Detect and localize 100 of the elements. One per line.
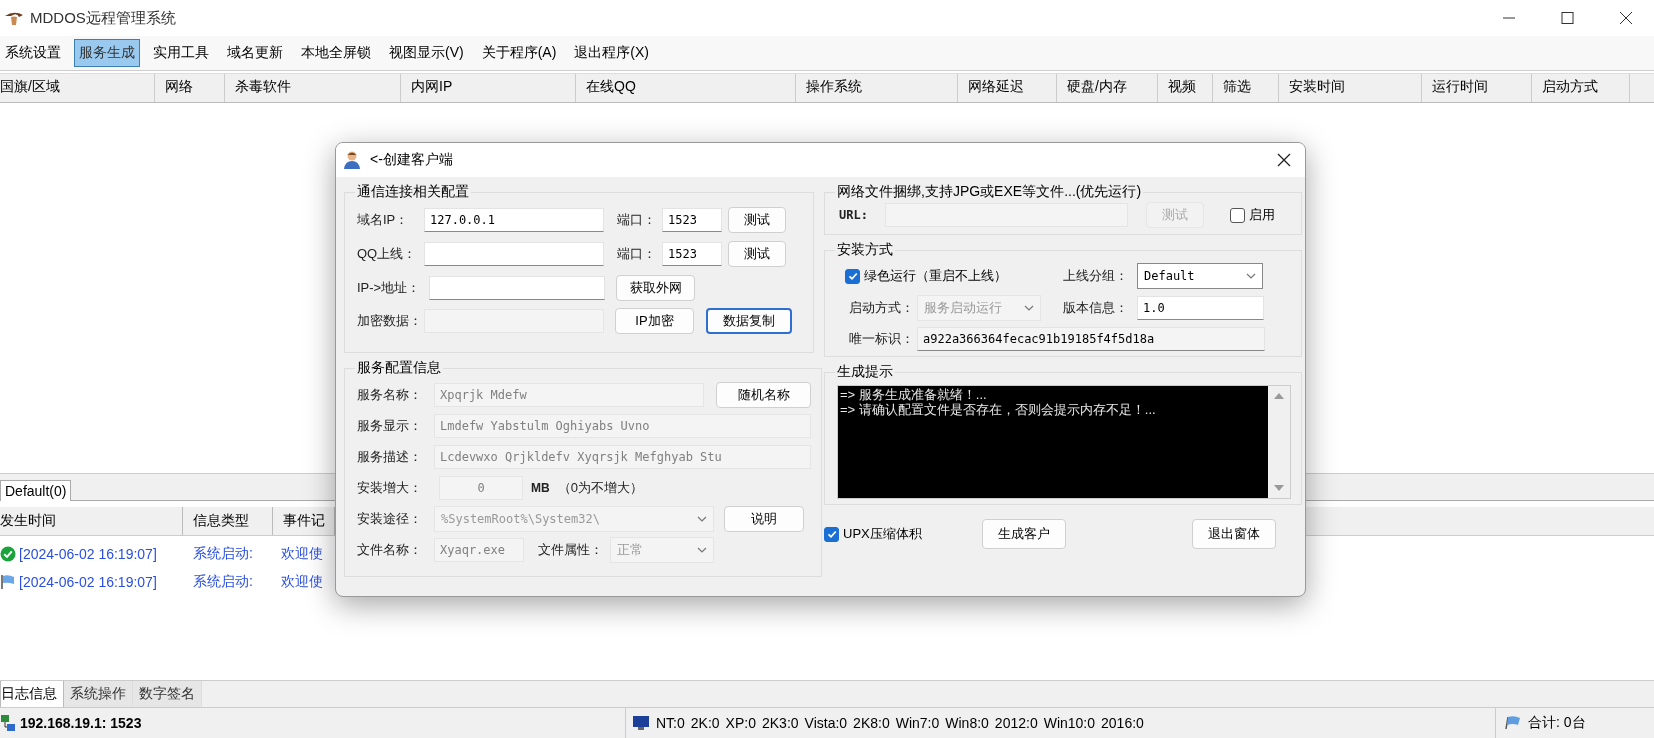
- field-label: 安装途径：: [357, 509, 423, 528]
- flag-icon: [1504, 715, 1522, 731]
- hint-text: （0为不增大）: [557, 478, 643, 497]
- menu-item[interactable]: 系统设置: [0, 39, 66, 67]
- field-label: 唯一标识：: [848, 330, 915, 348]
- port-field[interactable]: 1523: [662, 208, 722, 232]
- group-title: 网络文件捆绑,支持JPG或EXE等文件...(优先运行): [836, 183, 1143, 201]
- field-label: 加密数据：: [357, 311, 423, 330]
- bottom-tab[interactable]: 系统操作: [64, 681, 133, 707]
- os-count: NT:0: [656, 715, 685, 731]
- group-dropdown[interactable]: Default: [1137, 263, 1263, 289]
- field-label: 服务显示：: [357, 416, 423, 435]
- log-time: [2024-06-02 16:19:07]: [18, 546, 158, 562]
- field-label: 上线分组：: [1063, 267, 1129, 285]
- group-title: 生成提示: [836, 363, 894, 381]
- column-header[interactable]: 杀毒软件: [225, 74, 401, 102]
- column-header[interactable]: 网络延迟: [958, 74, 1057, 102]
- field-label: 安装增大：: [357, 478, 423, 497]
- column-header[interactable]: 启动方式: [1532, 74, 1630, 102]
- column-header[interactable]: 安装时间: [1279, 74, 1422, 102]
- column-header[interactable]: 筛选: [1213, 74, 1279, 102]
- group-title: 服务配置信息: [356, 359, 442, 377]
- checkbox[interactable]: [824, 526, 839, 542]
- check-icon: [825, 528, 838, 540]
- field-label: 文件属性：: [538, 540, 604, 559]
- checkbox-label: UPX压缩体积: [843, 525, 922, 543]
- column-header[interactable]: 运行时间: [1422, 74, 1532, 102]
- action-button[interactable]: 测试: [728, 241, 786, 267]
- group-tab[interactable]: Default(0): [0, 480, 72, 501]
- action-button[interactable]: 数据复制: [706, 307, 792, 334]
- field-label: 版本信息：: [1063, 299, 1129, 317]
- menu-item[interactable]: 视图显示(V): [384, 39, 469, 67]
- column-header[interactable]: 视频: [1158, 74, 1213, 102]
- scroll-up-icon[interactable]: [1274, 392, 1284, 399]
- menu-item[interactable]: 关于程序(A): [476, 39, 562, 67]
- menu-item[interactable]: 域名更新: [222, 39, 288, 67]
- column-header[interactable]: 内网IP: [401, 74, 576, 102]
- person-icon: [342, 150, 362, 170]
- bottom-tab[interactable]: 日志信息: [0, 681, 64, 707]
- console-line: => 请确认配置文件是否存在，否则会提示内存不足！...: [840, 402, 1157, 417]
- column-header[interactable]: 国旗/区域: [0, 74, 155, 102]
- flag-icon: [0, 574, 16, 590]
- network-icon: [0, 714, 16, 732]
- action-button[interactable]: 获取外网: [616, 274, 695, 301]
- console-line: => 服务生成准备就绪！...: [840, 387, 988, 402]
- window-title: MDDOS远程管理系统: [30, 8, 176, 28]
- field-label: 域名IP：: [357, 211, 410, 229]
- log-event: 欢迎使: [281, 573, 323, 591]
- bottom-tab[interactable]: 数字签名: [133, 681, 202, 707]
- caret-icon: [697, 546, 707, 553]
- field-label: 服务描述：: [357, 447, 423, 466]
- id-field[interactable]: a922a366364fecac91b19185f4f5d18a: [917, 327, 1265, 351]
- menu-item[interactable]: 退出程序(X): [569, 39, 654, 67]
- server-address: 192.168.19.1: 1523: [20, 715, 142, 731]
- field-label: 启动方式：: [848, 299, 915, 317]
- scroll-down-icon[interactable]: [1274, 485, 1284, 492]
- column-header[interactable]: 硬盘/内存: [1057, 74, 1158, 102]
- column-header[interactable]: 信息类型: [183, 507, 273, 535]
- field-label: 文件名称：: [357, 540, 423, 559]
- os-count: Win7:0: [895, 715, 940, 731]
- dialog-button[interactable]: 生成客户: [981, 519, 1066, 549]
- column-header[interactable]: 在线QQ: [576, 74, 796, 102]
- column-header[interactable]: 操作系统: [796, 74, 958, 102]
- os-count: 2K8:0: [853, 715, 890, 731]
- port-field[interactable]: 1523: [662, 242, 722, 266]
- os-count: Win8:0: [945, 715, 989, 731]
- caret-icon: [1246, 273, 1256, 279]
- version-field[interactable]: 1.0: [1137, 296, 1264, 320]
- caret-icon: [697, 515, 707, 522]
- os-count: Vista:0: [804, 715, 848, 731]
- checkbox[interactable]: [1230, 207, 1245, 223]
- input-field[interactable]: 127.0.0.1: [424, 208, 604, 232]
- menu-item[interactable]: 实用工具: [148, 39, 214, 67]
- os-count: 2012:0: [994, 715, 1038, 731]
- check-icon: [846, 270, 859, 282]
- checkbox-label: 启用: [1249, 206, 1275, 224]
- unit-label: MB: [531, 480, 550, 495]
- input-field[interactable]: [429, 275, 605, 300]
- input-field[interactable]: [424, 242, 604, 266]
- log-type: 系统启动:: [192, 545, 254, 563]
- os-count: 2K3:0: [761, 715, 799, 731]
- dialog-title: <-创建客户端: [370, 151, 453, 169]
- close-icon[interactable]: [1277, 153, 1291, 167]
- action-button[interactable]: IP加密: [615, 307, 694, 334]
- action-button[interactable]: 测试: [728, 207, 786, 233]
- dialog-button[interactable]: 退出窗体: [1191, 519, 1276, 549]
- field-label: 端口：: [617, 211, 657, 229]
- column-header[interactable]: 网络: [155, 74, 225, 102]
- field-label: 服务名称：: [357, 385, 423, 404]
- os-count: XP:0: [725, 715, 756, 731]
- field-label: IP->地址：: [357, 278, 422, 297]
- menu-item[interactable]: 本地全屏锁: [296, 39, 376, 67]
- menu-item[interactable]: 服务生成: [74, 39, 140, 67]
- column-header[interactable]: 发生时间: [0, 507, 183, 535]
- log-event: 欢迎使: [281, 545, 323, 563]
- field-label: QQ上线：: [357, 245, 418, 263]
- checkbox[interactable]: [845, 268, 860, 284]
- group-title: 安装方式: [836, 241, 894, 259]
- log-time: [2024-06-02 16:19:07]: [18, 574, 158, 590]
- monitor-icon: [632, 715, 650, 731]
